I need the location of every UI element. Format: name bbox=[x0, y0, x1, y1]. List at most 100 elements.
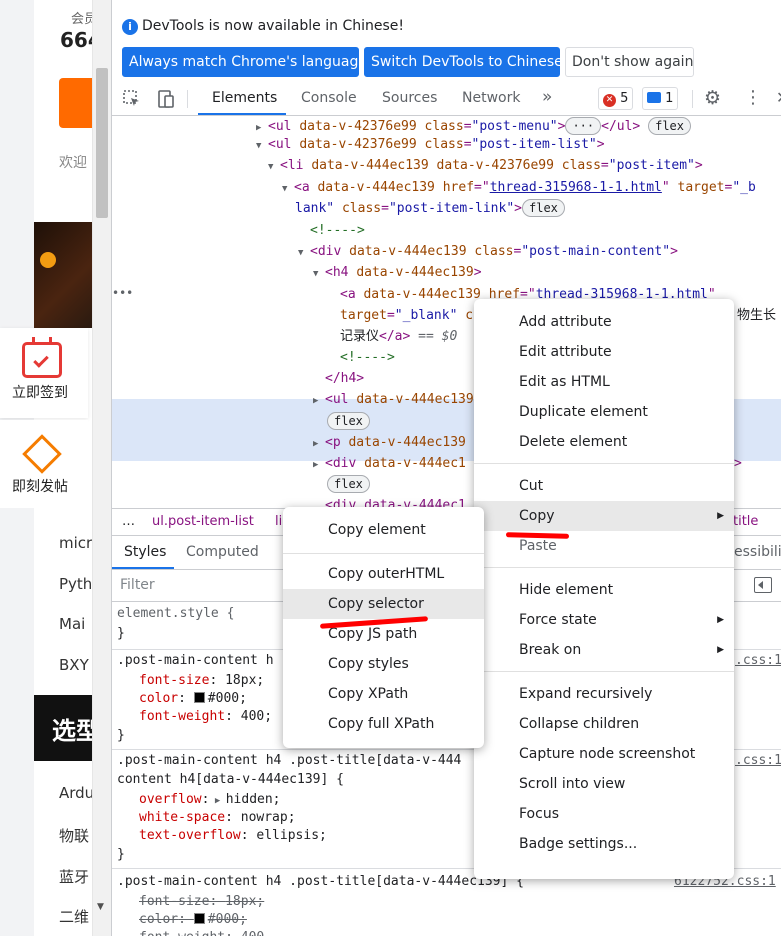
site-side-item[interactable]: Ardu bbox=[59, 784, 94, 802]
copy-submenu: Copy element Copy outerHTML Copy selecto… bbox=[283, 507, 484, 748]
dom-node[interactable]: </h4> bbox=[325, 368, 364, 389]
dom-node-continuation: flex bbox=[327, 474, 370, 495]
style-rule: .post-main-content h4 .post-title[data-v… bbox=[112, 869, 781, 936]
dom-node[interactable]: ▼ <h4 data-v-444ec139> bbox=[313, 262, 482, 283]
site-side-item[interactable]: Pyth bbox=[59, 575, 92, 593]
node-ellipsis-icon[interactable]: ••• bbox=[112, 286, 133, 300]
dom-node[interactable]: ▼ <ul data-v-42376e99 class="post-item-li… bbox=[256, 134, 605, 155]
menu-item-cut[interactable]: Cut bbox=[474, 471, 734, 501]
breadcrumb-more-icon[interactable]: … bbox=[122, 514, 135, 529]
tab-network[interactable]: Network bbox=[462, 90, 520, 106]
tab-computed[interactable]: Computed bbox=[186, 544, 259, 560]
site-side-item[interactable]: micr bbox=[59, 534, 92, 552]
stylesheet-link[interactable]: .css:1 bbox=[735, 653, 781, 668]
tab-accessibility[interactable]: essibility bbox=[734, 544, 781, 560]
menu-item-break-on[interactable]: Break on ▶ bbox=[474, 635, 734, 665]
device-toolbar-icon[interactable] bbox=[157, 90, 175, 112]
menu-item-copy-styles[interactable]: Copy styles bbox=[283, 649, 484, 679]
more-tabs-icon[interactable]: » bbox=[542, 87, 552, 107]
menu-item-collapse-children[interactable]: Collapse children bbox=[474, 709, 734, 739]
style-declaration-overridden[interactable]: font-weight: 400 bbox=[139, 930, 264, 936]
toggle-sidebar-icon[interactable] bbox=[754, 577, 772, 593]
dom-node[interactable]: ▶ <div data-v-444ec1 bbox=[313, 453, 466, 474]
site-side-item[interactable]: 蓝牙 bbox=[59, 866, 89, 887]
error-count-badge[interactable]: ✕ 5 bbox=[598, 87, 634, 110]
menu-item-copy[interactable]: Copy ▶ bbox=[474, 501, 734, 531]
menu-item-force-state[interactable]: Force state ▶ bbox=[474, 605, 734, 635]
menu-item-delete-element[interactable]: Delete element bbox=[474, 427, 734, 457]
stylesheet-link[interactable]: .css:1 bbox=[735, 753, 781, 768]
error-count: 5 bbox=[620, 91, 629, 106]
menu-item-edit-as-html[interactable]: Edit as HTML bbox=[474, 367, 734, 397]
color-swatch[interactable] bbox=[193, 913, 205, 924]
tab-elements[interactable]: Elements bbox=[212, 90, 277, 106]
tab-console[interactable]: Console bbox=[301, 90, 357, 106]
breadcrumb-item[interactable]: ul.post-item-list bbox=[152, 514, 254, 529]
scroll-down-icon[interactable]: ▼ bbox=[97, 902, 104, 912]
style-declaration[interactable]: font-weight: 400; bbox=[139, 709, 272, 724]
tab-styles[interactable]: Styles bbox=[124, 544, 166, 560]
menu-item-copy-xpath[interactable]: Copy XPath bbox=[283, 679, 484, 709]
site-side-item[interactable]: BXY bbox=[59, 656, 89, 674]
menu-item-expand-recursively[interactable]: Expand recursively bbox=[474, 679, 734, 709]
style-declaration[interactable]: color: #000; bbox=[139, 691, 247, 706]
page-scrollbar[interactable]: ▼ bbox=[92, 0, 111, 936]
more-options-icon[interactable]: ⋮ bbox=[744, 87, 762, 108]
breadcrumb-item[interactable]: title bbox=[733, 514, 758, 529]
checkin-label: 立即签到 bbox=[12, 385, 68, 401]
dom-comment[interactable]: <!----> bbox=[310, 220, 365, 241]
language-infobar: i DevTools is now available in Chinese! … bbox=[112, 10, 781, 82]
checkin-widget[interactable]: 立即签到 bbox=[0, 328, 88, 418]
post-widget[interactable]: 即刻发帖 bbox=[0, 420, 88, 508]
tab-sources[interactable]: Sources bbox=[382, 90, 437, 106]
menu-item-copy-selector[interactable]: Copy selector bbox=[283, 589, 484, 619]
dom-comment[interactable]: <!----> bbox=[340, 347, 395, 368]
filter-input[interactable]: Filter bbox=[120, 577, 155, 593]
switch-to-chinese-button[interactable]: Switch DevTools to Chinese bbox=[364, 47, 563, 77]
menu-item-copy-full-xpath[interactable]: Copy full XPath bbox=[283, 709, 484, 739]
inspect-element-icon[interactable] bbox=[123, 90, 141, 112]
dont-show-again-button[interactable]: Don't show again bbox=[565, 47, 694, 77]
infobar-message: DevTools is now available in Chinese! bbox=[142, 18, 404, 34]
style-declaration[interactable]: font-size: 18px; bbox=[139, 673, 264, 688]
error-icon: ✕ bbox=[603, 94, 616, 107]
style-declaration[interactable]: text-overflow: ellipsis; bbox=[139, 828, 327, 843]
dom-node[interactable]: ▼ <a data-v-444ec139 href="thread-315968-… bbox=[282, 177, 756, 198]
style-declaration[interactable]: white-space: nowrap; bbox=[139, 810, 296, 825]
menu-item-duplicate-element[interactable]: Duplicate element bbox=[474, 397, 734, 427]
menu-item-badge-settings[interactable]: Badge settings... bbox=[474, 829, 734, 859]
submenu-arrow-icon: ▶ bbox=[717, 645, 724, 655]
menu-item-add-attribute[interactable]: Add attribute bbox=[474, 307, 734, 337]
breadcrumb-item[interactable]: li bbox=[275, 514, 282, 529]
menu-item-scroll-into-view[interactable]: Scroll into view bbox=[474, 769, 734, 799]
close-devtools-icon[interactable]: ✕ bbox=[776, 88, 781, 107]
color-swatch[interactable] bbox=[193, 692, 205, 703]
active-tab-indicator bbox=[198, 113, 286, 115]
devtools-tabbar: Elements Console Sources Network » ✕ 5 1… bbox=[112, 82, 781, 116]
site-side-item[interactable]: 物联 bbox=[59, 825, 89, 846]
always-match-language-button[interactable]: Always match Chrome's language bbox=[122, 47, 367, 77]
menu-item-edit-attribute[interactable]: Edit attribute bbox=[474, 337, 734, 367]
site-promo-banner[interactable]: 选型 bbox=[34, 695, 100, 761]
site-side-item[interactable]: Mai bbox=[59, 615, 85, 633]
menu-item-focus[interactable]: Focus bbox=[474, 799, 734, 829]
dom-node[interactable]: ▼ <li data-v-444ec139 data-v-42376e99 cla… bbox=[268, 155, 703, 176]
style-declaration[interactable]: overflow: ▶ hidden; bbox=[139, 792, 281, 807]
scrollbar-thumb[interactable] bbox=[96, 68, 108, 218]
dom-node[interactable]: ▶ <ul data-v-444ec139 bbox=[313, 389, 474, 410]
message-count: 1 bbox=[665, 91, 674, 106]
menu-item-copy-outerhtml[interactable]: Copy outerHTML bbox=[283, 559, 484, 589]
site-banner-image[interactable] bbox=[34, 222, 92, 328]
menu-item-capture-node-screenshot[interactable]: Capture node screenshot bbox=[474, 739, 734, 769]
style-declaration-overridden[interactable]: font-size: 18px; bbox=[139, 894, 264, 909]
settings-gear-icon[interactable]: ⚙ bbox=[704, 87, 721, 109]
site-welcome-text: 欢迎 bbox=[59, 155, 87, 171]
menu-item-copy-element[interactable]: Copy element bbox=[283, 515, 484, 545]
message-count-badge[interactable]: 1 bbox=[642, 87, 679, 110]
site-side-item[interactable]: 二维 bbox=[59, 906, 89, 927]
dom-node[interactable]: ▶ <p data-v-444ec139 bbox=[313, 432, 466, 453]
dom-node[interactable]: ▼ <div data-v-444ec139 class="post-main-c… bbox=[298, 241, 678, 262]
dom-node-tail: > bbox=[734, 456, 742, 471]
style-declaration-overridden[interactable]: color: #000; bbox=[139, 912, 247, 927]
menu-item-hide-element[interactable]: Hide element bbox=[474, 575, 734, 605]
